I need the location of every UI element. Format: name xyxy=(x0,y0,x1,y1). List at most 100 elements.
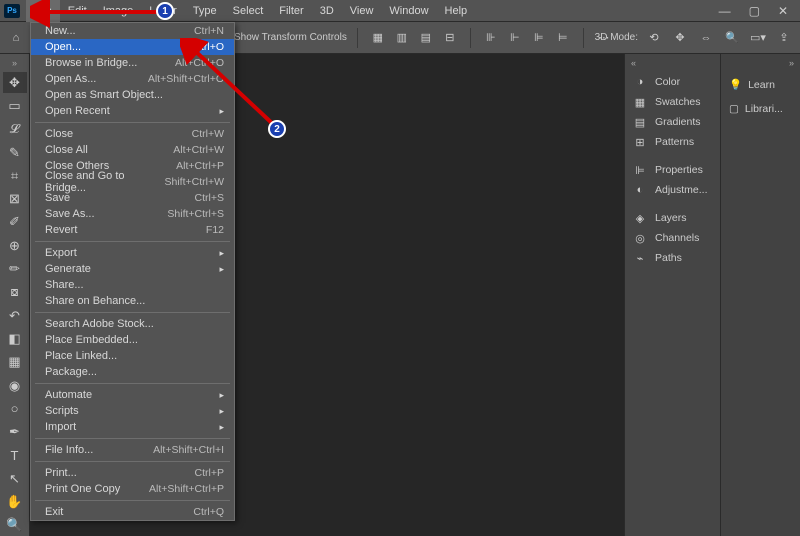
paths-icon: ⌁ xyxy=(633,251,647,265)
share-icon[interactable]: ⇪ xyxy=(774,28,794,48)
dodge-tool[interactable]: ○ xyxy=(3,398,27,419)
file-menu-browse-in-bridge[interactable]: Browse in Bridge...Alt+Ctrl+O xyxy=(31,55,234,71)
file-menu-package[interactable]: Package... xyxy=(31,364,234,380)
panel-learn[interactable]: 💡Learn xyxy=(721,72,800,97)
3d-slide-icon[interactable]: ⇔ xyxy=(696,28,716,48)
file-menu-open-recent[interactable]: Open Recent▸ xyxy=(31,103,234,119)
file-menu-exit[interactable]: ExitCtrl+Q xyxy=(31,504,234,520)
learn-icon: 💡 xyxy=(729,78,742,91)
frame-tool[interactable]: ⊠ xyxy=(3,188,27,209)
collapse-icon[interactable]: « xyxy=(625,54,720,72)
file-menu-search-adobe-stock[interactable]: Search Adobe Stock... xyxy=(31,316,234,332)
panel-gradients[interactable]: ▤Gradients xyxy=(625,112,720,132)
path-select-tool[interactable]: ↖ xyxy=(3,468,27,489)
panel-librari[interactable]: ▢Librari... xyxy=(721,97,800,121)
window-controls: — ▢ ✕ xyxy=(719,4,796,18)
healing-tool[interactable]: ⊕ xyxy=(3,235,27,256)
minimize-icon[interactable]: — xyxy=(719,4,731,18)
file-menu-close-and-go-to-bridge[interactable]: Close and Go to Bridge...Shift+Ctrl+W xyxy=(31,174,234,190)
collapse-icon[interactable]: » xyxy=(721,54,800,72)
file-menu-import[interactable]: Import▸ xyxy=(31,419,234,435)
file-menu-revert[interactable]: RevertF12 xyxy=(31,222,234,238)
file-menu-share[interactable]: Share... xyxy=(31,277,234,293)
eyedropper-tool[interactable]: ✐ xyxy=(3,212,27,233)
workspace-icon[interactable]: ▭▾ xyxy=(748,28,768,48)
panel-color[interactable]: ◑Color xyxy=(625,72,720,92)
file-menu-new[interactable]: New...Ctrl+N xyxy=(31,23,234,39)
file-menu-generate[interactable]: Generate ▸ xyxy=(31,261,234,277)
quick-select-tool[interactable]: ✎ xyxy=(3,142,27,163)
file-menu-open[interactable]: Open...Ctrl+O xyxy=(31,39,234,55)
panel-channels[interactable]: ◎Channels xyxy=(625,228,720,248)
file-menu-automate[interactable]: Automate▸ xyxy=(31,387,234,403)
far-right-column: » 💡Learn▢Librari... xyxy=(720,54,800,536)
type-tool[interactable]: T xyxy=(3,445,27,466)
file-menu-place-linked[interactable]: Place Linked... xyxy=(31,348,234,364)
separator xyxy=(583,28,584,48)
menu-image[interactable]: Image xyxy=(95,0,142,22)
menu-window[interactable]: Window xyxy=(381,0,436,22)
3d-orbit-icon[interactable]: ⟲ xyxy=(644,28,664,48)
file-menu-close-all[interactable]: Close AllAlt+Ctrl+W xyxy=(31,142,234,158)
file-menu-open-as[interactable]: Open As...Alt+Shift+Ctrl+O xyxy=(31,71,234,87)
file-menu-share-on-behance[interactable]: Share on Behance... xyxy=(31,293,234,309)
menu-item-label: Share... xyxy=(45,279,84,291)
zoom-tool[interactable]: 🔍 xyxy=(3,515,27,536)
panel-patterns[interactable]: ⊞Patterns xyxy=(625,132,720,152)
gradient-tool[interactable]: ▦ xyxy=(3,352,27,373)
menu-item-label: Open as Smart Object... xyxy=(45,89,163,101)
panel-paths[interactable]: ⌁Paths xyxy=(625,248,720,268)
stamp-tool[interactable]: ⧇ xyxy=(3,282,27,303)
distribute-icon[interactable]: ⊩ xyxy=(505,28,525,48)
marquee-tool[interactable]: ▭ xyxy=(3,95,27,116)
hand-tool[interactable]: ✋ xyxy=(3,491,27,512)
file-menu-export[interactable]: Export▸ xyxy=(31,245,234,261)
menu-item-label: Generate xyxy=(45,263,91,275)
show-transform-checkbox[interactable]: Show Transform Controls xyxy=(217,31,347,44)
lasso-tool[interactable]: 𝓛 xyxy=(3,119,27,140)
file-menu-file-info[interactable]: File Info...Alt+Shift+Ctrl+I xyxy=(31,442,234,458)
distribute-icon[interactable]: ⊨ xyxy=(553,28,573,48)
file-menu-scripts[interactable]: Scripts▸ xyxy=(31,403,234,419)
menu-filter[interactable]: Filter xyxy=(271,0,311,22)
3d-pan-icon[interactable]: ✥ xyxy=(670,28,690,48)
menu-view[interactable]: View xyxy=(342,0,382,22)
brush-tool[interactable]: ✏ xyxy=(3,258,27,279)
crop-tool[interactable]: ⌗ xyxy=(3,165,27,186)
menu-help[interactable]: Help xyxy=(437,0,476,22)
file-menu-save-as[interactable]: Save As...Shift+Ctrl+S xyxy=(31,206,234,222)
distribute-icon[interactable]: ⊫ xyxy=(529,28,549,48)
menu-select[interactable]: Select xyxy=(225,0,272,22)
align-icon[interactable]: ▤ xyxy=(416,28,436,48)
align-icon[interactable]: ▥ xyxy=(392,28,412,48)
move-tool[interactable]: ✥ xyxy=(3,72,27,93)
panel-properties[interactable]: ⊫Properties xyxy=(625,160,720,180)
submenu-arrow-icon: ▸ xyxy=(219,264,224,275)
file-menu-print[interactable]: Print...Ctrl+P xyxy=(31,465,234,481)
menu-layer[interactable]: Layer xyxy=(141,0,185,22)
menu-3d[interactable]: 3D xyxy=(312,0,342,22)
history-brush-tool[interactable]: ↶ xyxy=(3,305,27,326)
search-icon[interactable]: 🔍 xyxy=(722,28,742,48)
collapse-icon[interactable]: » xyxy=(12,58,17,68)
distribute-icon[interactable]: ⊪ xyxy=(481,28,501,48)
file-menu-place-embedded[interactable]: Place Embedded... xyxy=(31,332,234,348)
file-menu-open-as-smart-object[interactable]: Open as Smart Object... xyxy=(31,87,234,103)
panel-swatches[interactable]: ▦Swatches xyxy=(625,92,720,112)
file-menu-close[interactable]: CloseCtrl+W xyxy=(31,126,234,142)
file-menu-print-one-copy[interactable]: Print One CopyAlt+Shift+Ctrl+P xyxy=(31,481,234,497)
blur-tool[interactable]: ◉ xyxy=(3,375,27,396)
panel-layers[interactable]: ◈Layers xyxy=(625,208,720,228)
menu-edit[interactable]: Edit xyxy=(60,0,95,22)
align-icon[interactable]: ⊟ xyxy=(440,28,460,48)
home-icon[interactable]: ⌂ xyxy=(6,28,26,48)
panel-adjustme[interactable]: ◐Adjustme... xyxy=(625,180,720,200)
close-icon[interactable]: ✕ xyxy=(778,4,788,18)
menu-type[interactable]: Type xyxy=(185,0,225,22)
align-icon[interactable]: ▦ xyxy=(368,28,388,48)
pen-tool[interactable]: ✒ xyxy=(3,421,27,442)
menu-file[interactable]: File xyxy=(26,0,60,22)
menu-item-label: Revert xyxy=(45,224,77,236)
maximize-icon[interactable]: ▢ xyxy=(749,4,760,18)
eraser-tool[interactable]: ◧ xyxy=(3,328,27,349)
